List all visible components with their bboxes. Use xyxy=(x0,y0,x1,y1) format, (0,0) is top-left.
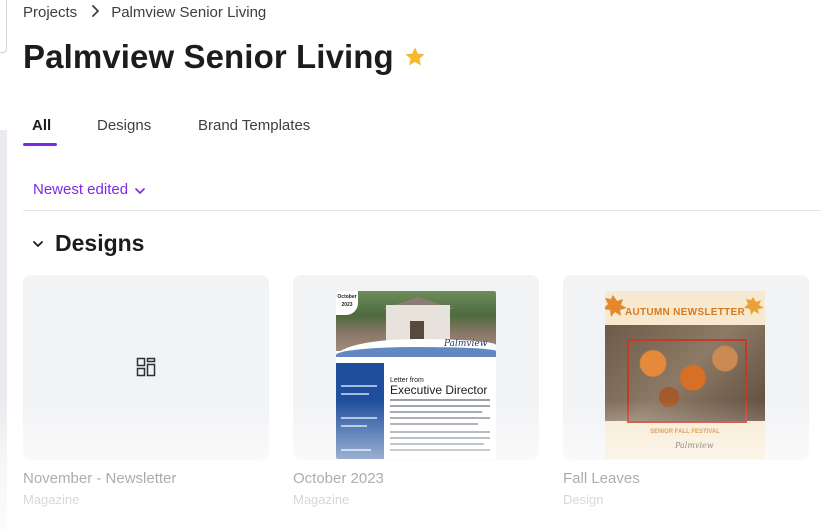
logo-script: Palmview xyxy=(444,339,488,349)
design-title[interactable]: Fall Leaves xyxy=(563,470,809,487)
design-card[interactable]: October 2023 Palmview Letter from Execut… xyxy=(293,275,539,507)
letter-heading: Letter from Executive Director xyxy=(390,377,488,397)
page-title-row: Palmview Senior Living xyxy=(23,38,427,76)
logo-script: Palmview xyxy=(675,441,714,450)
design-type: Design xyxy=(563,492,604,507)
design-thumbnail[interactable]: AUTUMN NEWSLETTER SENIOR FALL FESTIVAL P… xyxy=(563,275,809,460)
breadcrumb-current: Palmview Senior Living xyxy=(111,3,267,21)
star-icon[interactable] xyxy=(403,45,427,69)
design-card[interactable]: November - Newsletter Magazine xyxy=(23,275,269,507)
divider xyxy=(23,210,821,211)
breadcrumb: Projects Palmview Senior Living xyxy=(23,3,266,21)
newsletter-cover-image: October 2023 Palmview Letter from Execut… xyxy=(336,291,496,459)
tab-brand-templates[interactable]: Brand Templates xyxy=(198,117,310,134)
tab-all[interactable]: All xyxy=(32,117,51,134)
tab-designs[interactable]: Designs xyxy=(97,117,151,134)
design-thumbnail[interactable]: October 2023 Palmview Letter from Execut… xyxy=(293,275,539,460)
autumn-newsletter-cover-image: AUTUMN NEWSLETTER SENIOR FALL FESTIVAL P… xyxy=(605,291,765,459)
cover-heading: AUTUMN NEWSLETTER xyxy=(624,307,746,318)
active-tab-indicator xyxy=(23,143,57,146)
sort-label: Newest edited xyxy=(33,181,129,198)
chevron-down-icon xyxy=(134,184,146,196)
design-title[interactable]: November - Newsletter xyxy=(23,470,269,487)
cover-festival-text: SENIOR FALL FESTIVAL xyxy=(650,429,720,435)
chevron-down-icon xyxy=(31,237,45,251)
design-title[interactable]: October 2023 xyxy=(293,470,539,487)
design-type: Magazine xyxy=(293,492,350,507)
left-scroll-rail xyxy=(0,130,7,531)
sort-dropdown[interactable]: Newest edited xyxy=(33,181,146,198)
page-title: Palmview Senior Living xyxy=(23,38,394,75)
design-thumbnail[interactable] xyxy=(23,275,269,460)
chevron-right-icon xyxy=(91,4,100,20)
left-panel-edge xyxy=(0,0,7,53)
layout-grid-icon xyxy=(136,357,156,377)
section-title: Designs xyxy=(55,230,145,256)
design-type: Magazine xyxy=(23,492,80,507)
designs-section-toggle[interactable]: Designs xyxy=(31,230,144,257)
design-card[interactable]: AUTUMN NEWSLETTER SENIOR FALL FESTIVAL P… xyxy=(563,275,809,507)
breadcrumb-projects-link[interactable]: Projects xyxy=(23,4,77,21)
